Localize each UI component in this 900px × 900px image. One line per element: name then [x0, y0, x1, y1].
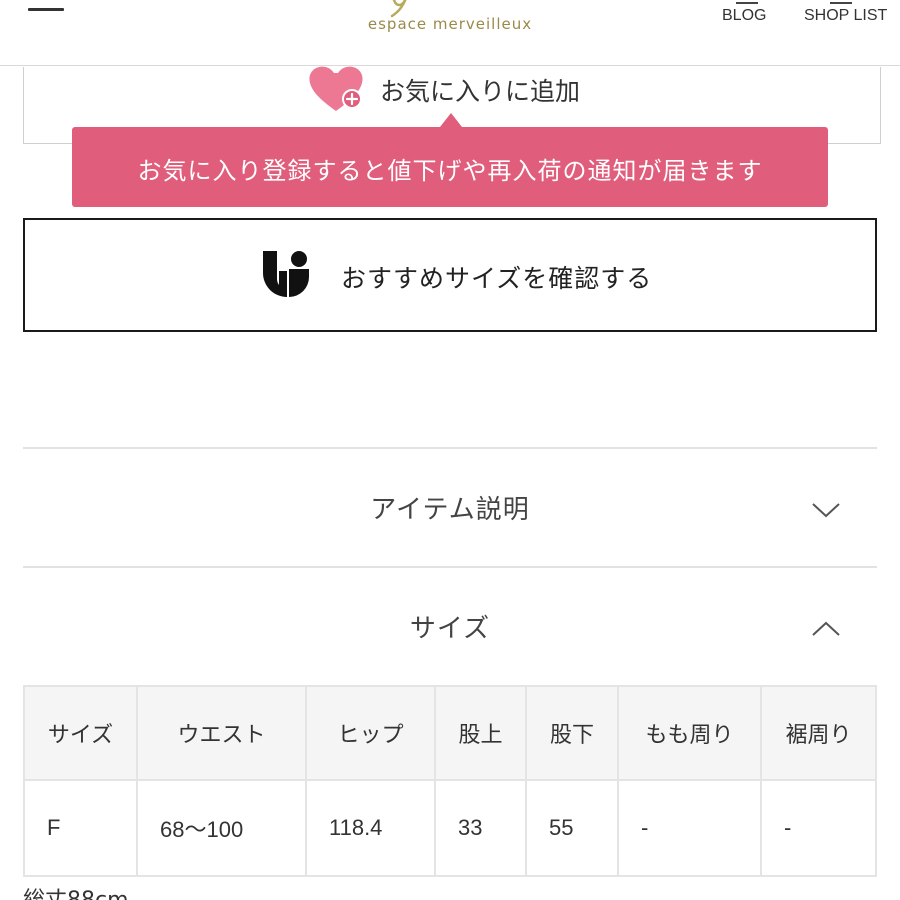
chevron-up-icon	[812, 621, 840, 636]
table-header-cell: サイズ	[23, 685, 138, 781]
blog-icon	[736, 0, 758, 4]
table-cell: -	[762, 781, 877, 877]
recommend-size-button[interactable]: おすすめサイズを確認する	[23, 218, 877, 332]
table-header-cell: 股下	[527, 685, 619, 781]
nav-shop-list-label: SHOP LIST	[804, 7, 888, 24]
heart-plus-icon	[309, 66, 363, 111]
nav-blog-label: BLOG	[722, 7, 767, 24]
table-header-cell: もも周り	[619, 685, 762, 781]
accordion-title-size: サイズ	[409, 614, 491, 644]
nav-shop-list[interactable]: SHOP LIST	[804, 0, 894, 30]
size-recommend-icon	[263, 251, 309, 297]
accordion-title-description: アイテム説明	[370, 495, 530, 525]
site-header: espace merveilleux BLOG SHOP LIST	[0, 0, 900, 66]
favorite-tooltip: お気に入り登録すると値下げや再入荷の通知が届きます	[72, 127, 828, 207]
table-header-cell: 裾周り	[762, 685, 877, 781]
table-cell: F	[23, 781, 138, 877]
nav-blog[interactable]: BLOG	[722, 0, 782, 30]
recommend-size-label: おすすめサイズを確認する	[341, 264, 653, 293]
size-table: サイズ ウエスト ヒップ 股上 股下 もも周り 裾周り F 68〜100 118…	[23, 685, 877, 877]
menu-icon[interactable]	[28, 8, 64, 16]
table-header-cell: 股上	[436, 685, 527, 781]
accordion-item-description[interactable]: アイテム説明	[23, 449, 877, 567]
shop-list-icon	[830, 0, 852, 4]
table-cell: 55	[527, 781, 619, 877]
table-header-cell: ウエスト	[138, 685, 307, 781]
table-cell: 68〜100	[138, 781, 307, 877]
table-header-row: サイズ ウエスト ヒップ 股上 股下 もも周り 裾周り	[23, 685, 877, 781]
accordion-item-size[interactable]: サイズ	[23, 568, 877, 686]
logo-text: espace merveilleux	[367, 15, 533, 33]
table-cell: 118.4	[307, 781, 436, 877]
total-length-note: 総丈88cm	[23, 882, 129, 900]
add-favorite-label: お気に入りに追加	[380, 77, 581, 106]
logo[interactable]: espace merveilleux	[340, 0, 560, 52]
chevron-down-icon	[812, 503, 840, 518]
table-cell: -	[619, 781, 762, 877]
favorite-tooltip-text: お気に入り登録すると値下げや再入荷の通知が届きます	[137, 157, 763, 185]
table-cell: 33	[436, 781, 527, 877]
table-header-cell: ヒップ	[307, 685, 436, 781]
tooltip-arrow	[440, 113, 462, 127]
table-row: F 68〜100 118.4 33 55 - -	[23, 781, 877, 877]
